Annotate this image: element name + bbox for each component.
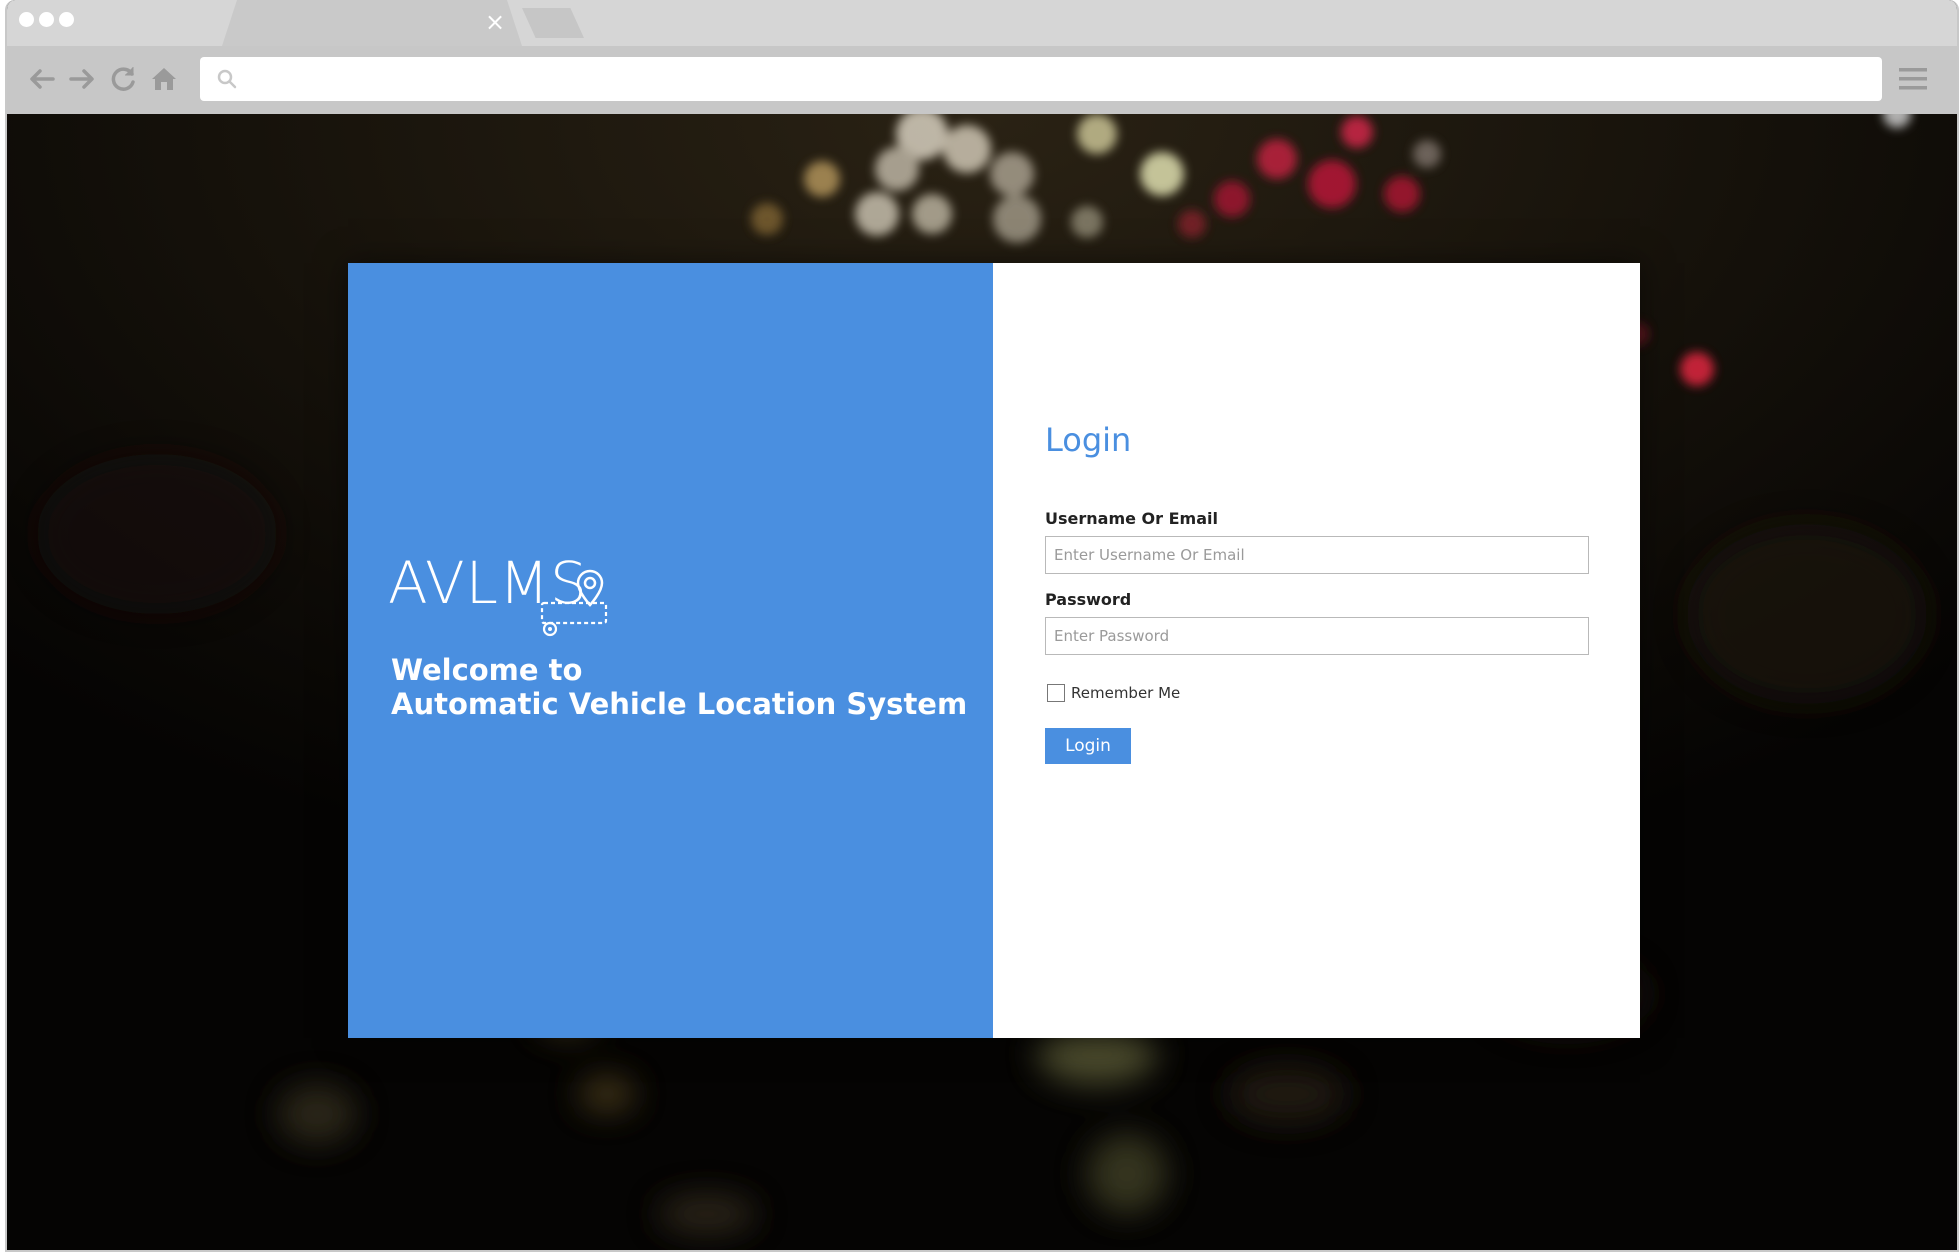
window-close-dot[interactable] (19, 12, 34, 27)
remember-me-checkbox[interactable] (1047, 684, 1065, 702)
tab-strip: × (7, 0, 1957, 46)
address-input[interactable] (250, 63, 1850, 95)
address-bar[interactable] (200, 57, 1882, 101)
window-maximize-dot[interactable] (59, 12, 74, 27)
new-tab-button[interactable] (522, 8, 584, 38)
forward-arrow-icon[interactable] (65, 62, 99, 96)
username-label: Username Or Email (1045, 509, 1218, 528)
welcome-heading: Welcome to Automatic Vehicle Location Sy… (391, 653, 971, 721)
location-pin-icon (540, 569, 608, 637)
welcome-line-1: Welcome to (391, 653, 583, 687)
password-label: Password (1045, 590, 1132, 609)
reload-icon[interactable] (106, 62, 140, 96)
page-viewport: AVLMS Welcome to Automatic Vehicle Locat… (7, 114, 1957, 1250)
login-button[interactable]: Login (1045, 728, 1131, 764)
login-card: AVLMS Welcome to Automatic Vehicle Locat… (348, 263, 1640, 1038)
hamburger-menu-icon[interactable] (1897, 64, 1929, 94)
password-input[interactable] (1045, 617, 1589, 655)
welcome-line-2: Automatic Vehicle Location System (391, 687, 968, 721)
tab-close-icon[interactable]: × (485, 8, 505, 36)
browser-tab[interactable] (222, 0, 522, 46)
username-input[interactable] (1045, 536, 1589, 574)
avlms-logo: AVLMS (388, 551, 628, 639)
back-arrow-icon[interactable] (25, 62, 59, 96)
remember-me-label[interactable]: Remember Me (1071, 684, 1180, 702)
window-minimize-dot[interactable] (39, 12, 54, 27)
search-icon (217, 69, 237, 89)
browser-window: × AVLMS Welcome to Automatic Vehicle Loc… (5, 0, 1959, 1252)
login-form-panel: Login Username Or Email Password Remembe… (993, 263, 1640, 1038)
login-title: Login (1045, 421, 1132, 459)
browser-toolbar (7, 46, 1957, 114)
remember-me-row[interactable]: Remember Me (1047, 684, 1180, 702)
brand-panel: AVLMS Welcome to Automatic Vehicle Locat… (348, 263, 993, 1038)
home-icon[interactable] (147, 62, 181, 96)
